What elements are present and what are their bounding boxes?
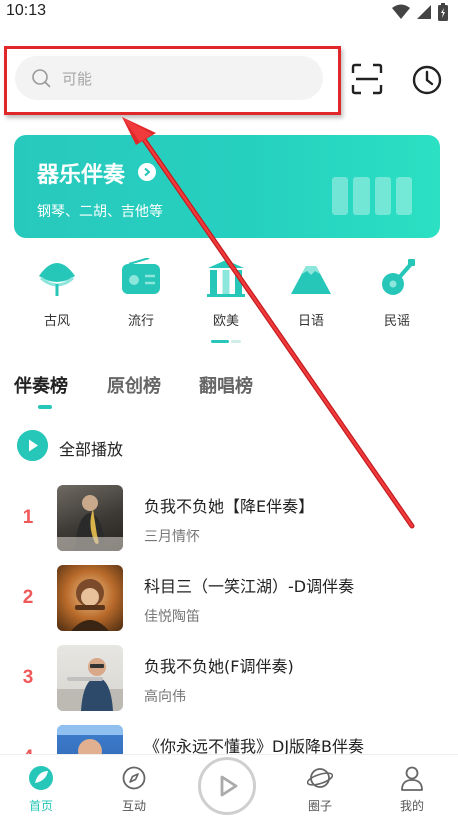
- banner-subtitle: 钢琴、二胡、吉他等: [37, 204, 163, 220]
- chevron-right-icon: [138, 163, 156, 181]
- song-cover-image: [57, 485, 123, 551]
- category-label: 古风: [43, 314, 70, 329]
- radio-icon: [122, 258, 160, 294]
- song-row[interactable]: 2 科目三（一笑江湖）-D调伴奏 佳悦陶笛: [0, 562, 458, 642]
- song-list: 1 负我不负她【降E伴奏】 三月情怀 2 科目三（一笑江湖）-D调伴奏 佳悦陶笛…: [0, 482, 458, 754]
- category-label: 日语: [297, 314, 324, 329]
- nav-home[interactable]: 首页: [11, 763, 71, 819]
- home-leaf-icon: [29, 766, 53, 790]
- nav-label: 我的: [399, 799, 424, 813]
- song-cover-image: [57, 645, 123, 711]
- banner-title: 器乐伴奏: [37, 163, 126, 188]
- tab-cover-chart[interactable]: 翻唱榜: [199, 372, 253, 398]
- category-row: 古风 流行 欧美 日语 民谣: [0, 256, 458, 336]
- status-icons: [392, 3, 448, 21]
- play-all-label: 全部播放: [59, 440, 124, 459]
- nav-circle[interactable]: 圈子: [290, 763, 350, 819]
- scan-icon[interactable]: [350, 62, 384, 96]
- annotation-highlight-box: [4, 46, 341, 115]
- instrument-accompaniment-banner[interactable]: 器乐伴奏 钢琴、二胡、吉他等: [14, 135, 440, 238]
- nav-mine[interactable]: 我的: [382, 763, 442, 819]
- planet-icon: [307, 768, 333, 788]
- player-play-button[interactable]: [198, 757, 256, 815]
- song-title: 负我不负她【降E伴奏】: [144, 497, 315, 516]
- song-artist: 高向伟: [144, 689, 186, 705]
- piano-keys-icon: [332, 177, 412, 215]
- fan-icon: [39, 263, 75, 296]
- song-cover-image: [57, 725, 123, 754]
- song-row[interactable]: 4 《你永远不懂我》DJ版降B伴奏: [0, 722, 458, 754]
- mountain-icon: [291, 266, 331, 294]
- song-title: 科目三（一笑江湖）-D调伴奏: [144, 577, 355, 596]
- category-pop[interactable]: 流行: [111, 256, 171, 336]
- category-japanese[interactable]: 日语: [281, 256, 341, 336]
- play-all-button[interactable]: 全部播放: [17, 430, 177, 462]
- status-time: 10:13: [6, 2, 47, 19]
- compass-icon: [122, 766, 146, 790]
- song-rank: 3: [22, 667, 34, 688]
- category-label: 流行: [127, 314, 154, 329]
- user-icon: [401, 766, 423, 791]
- nav-interaction[interactable]: 互动: [104, 763, 164, 819]
- building-icon: [207, 260, 245, 297]
- bottom-nav: 首页 互动 圈子 我的: [0, 754, 458, 820]
- play-icon: [17, 430, 48, 461]
- song-rank: 2: [22, 587, 34, 608]
- song-rank: 1: [22, 507, 34, 528]
- nav-label: 圈子: [307, 799, 332, 813]
- category-label: 欧美: [212, 314, 239, 329]
- nav-label: 互动: [121, 799, 146, 813]
- category-folk[interactable]: 民谣: [367, 256, 427, 336]
- song-title: 《你永远不懂我》DJ版降B伴奏: [144, 737, 365, 754]
- history-clock-icon[interactable]: [409, 62, 445, 98]
- wifi-icon: [392, 4, 410, 19]
- category-label: 民谣: [383, 314, 410, 329]
- status-bar: 10:13: [0, 0, 458, 28]
- song-title: 负我不负她(F调伴奏): [144, 657, 294, 676]
- song-row[interactable]: 1 负我不负她【降E伴奏】 三月情怀: [0, 482, 458, 562]
- chart-tabs: 伴奏榜 原创榜 翻唱榜: [14, 372, 314, 412]
- song-artist: 佳悦陶笛: [144, 609, 200, 625]
- tab-original-chart[interactable]: 原创榜: [107, 372, 161, 398]
- active-tab-indicator: [38, 405, 52, 409]
- song-rank: 4: [18, 747, 38, 754]
- play-icon: [220, 775, 238, 797]
- tab-accompaniment-chart[interactable]: 伴奏榜: [14, 372, 68, 398]
- guitar-icon: [382, 259, 415, 295]
- category-gufeng[interactable]: 古风: [27, 256, 87, 336]
- song-artist: 三月情怀: [144, 529, 200, 545]
- category-scroll-indicator: [211, 340, 241, 343]
- category-western[interactable]: 欧美: [196, 256, 256, 336]
- song-row[interactable]: 3 负我不负她(F调伴奏) 高向伟: [0, 642, 458, 722]
- battery-icon: [438, 3, 448, 21]
- nav-label: 首页: [28, 799, 53, 813]
- song-cover-image: [57, 565, 123, 631]
- signal-icon: [417, 5, 431, 19]
